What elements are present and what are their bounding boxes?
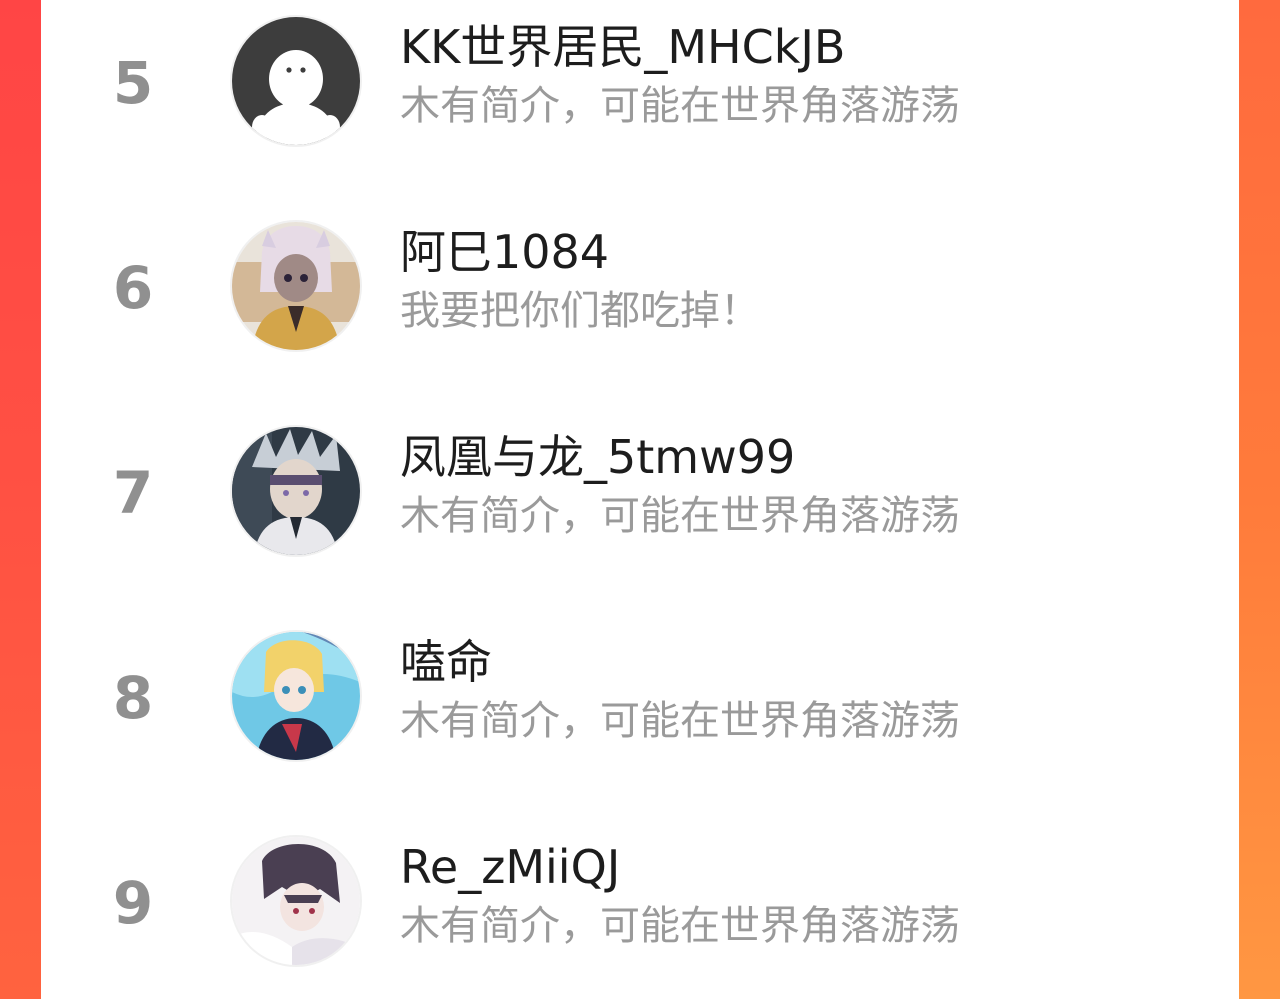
left-background-edge: [0, 0, 41, 999]
list-item[interactable]: 7 凤凰与龙_5tmw99 木有简介，可能在世界角落游荡: [41, 410, 1239, 615]
user-avatar-image[interactable]: [230, 220, 362, 352]
user-name[interactable]: 嗑命: [400, 637, 492, 688]
user-bio: 木有简介，可能在世界角落游荡: [400, 698, 960, 744]
user-bio: 木有简介，可能在世界角落游荡: [400, 493, 960, 539]
ranking-list: 5 KK世界居民_MHCkJB 木有简介，可能在世界角落游荡 6 阿巳1084 …: [41, 0, 1239, 999]
rank-number: 7: [112, 459, 154, 527]
list-item[interactable]: 6 阿巳1084 我要把你们都吃掉！: [41, 205, 1239, 410]
right-background-edge: [1239, 0, 1280, 999]
rank-number: 8: [112, 664, 154, 732]
list-item[interactable]: 5 KK世界居民_MHCkJB 木有简介，可能在世界角落游荡: [41, 0, 1239, 205]
user-avatar-image[interactable]: [230, 630, 362, 762]
user-name[interactable]: Re_zMiiQJ: [400, 842, 620, 893]
user-avatar-image[interactable]: [230, 835, 362, 967]
default-avatar-icon[interactable]: [230, 15, 362, 147]
user-name[interactable]: 凤凰与龙_5tmw99: [400, 432, 795, 483]
list-item[interactable]: 8 嗑命 木有简介，可能在世界角落游荡: [41, 615, 1239, 820]
rank-number: 9: [112, 869, 154, 937]
user-name[interactable]: KK世界居民_MHCkJB: [400, 22, 846, 73]
user-bio: 木有简介，可能在世界角落游荡: [400, 903, 960, 949]
rank-number: 5: [112, 49, 154, 117]
user-name[interactable]: 阿巳1084: [400, 227, 609, 278]
user-bio: 木有简介，可能在世界角落游荡: [400, 83, 960, 129]
user-bio: 我要把你们都吃掉！: [400, 288, 760, 334]
user-avatar-image[interactable]: [230, 425, 362, 557]
rank-number: 6: [112, 254, 154, 322]
list-item[interactable]: 9 Re_zMiiQJ 木有简介，可能在世界角落游荡: [41, 820, 1239, 999]
